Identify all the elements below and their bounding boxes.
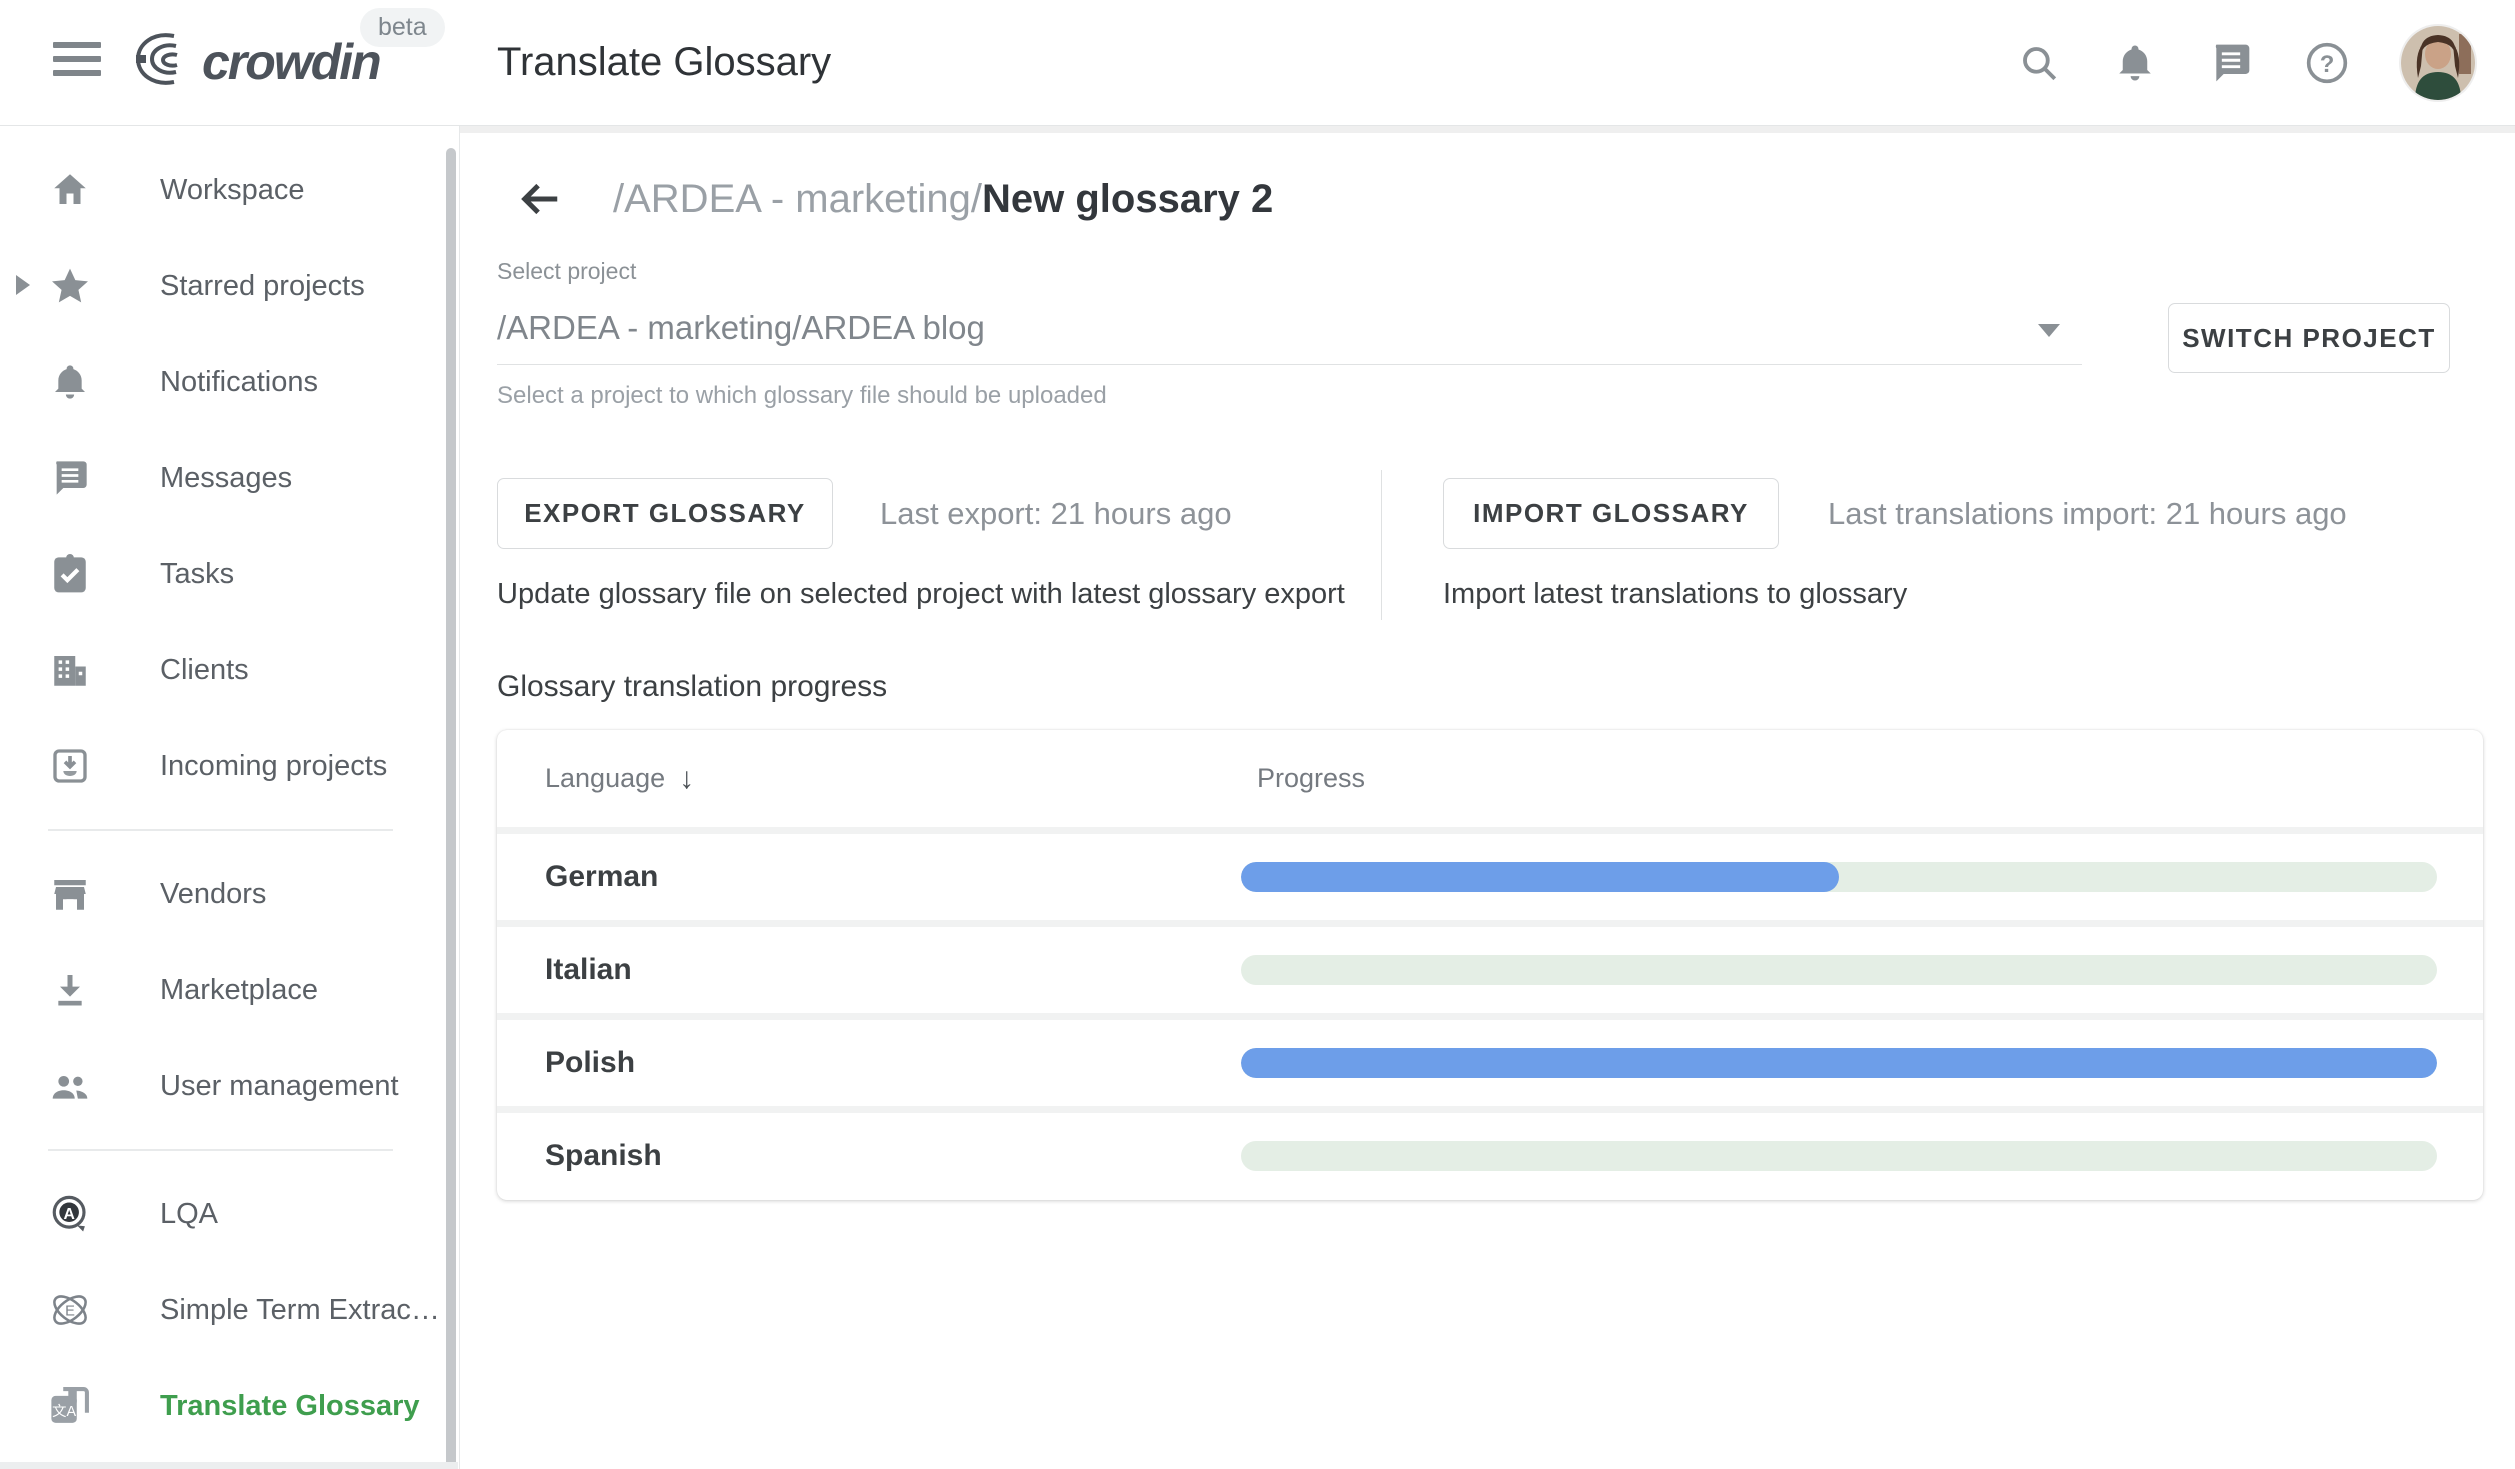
breadcrumb: /ARDEA - marketing/New glossary 2 (515, 174, 1273, 224)
crowdin-wordmark: crowdin (202, 33, 380, 91)
expand-caret-icon[interactable] (16, 275, 30, 295)
hamburger-menu-icon[interactable] (53, 42, 101, 82)
atom-icon: E (48, 1288, 92, 1332)
back-arrow-icon[interactable] (515, 174, 565, 224)
home-icon (48, 168, 92, 212)
last-export-text: Last export: 21 hours ago (880, 478, 1232, 549)
messages-chat-icon[interactable] (2209, 41, 2253, 85)
sidebar-divider (48, 829, 393, 831)
progress-bar-fill (1241, 1048, 2437, 1078)
table-row[interactable]: German (497, 827, 2483, 920)
select-project-helper: Select a project to which glossary file … (497, 382, 1107, 410)
building-icon (48, 648, 92, 692)
sidebar-item-simple-term-extractor[interactable]: E Simple Term Extrac… (0, 1262, 459, 1358)
translate-glossary-icon: 文A (48, 1384, 92, 1428)
export-description: Update glossary file on selected project… (497, 578, 1345, 611)
message-icon (48, 456, 92, 500)
breadcrumb-current: New glossary 2 (982, 177, 1273, 221)
sidebar-item-user-management[interactable]: User management (0, 1038, 459, 1134)
page-title: Translate Glossary (497, 0, 831, 125)
sidebar-item-clients[interactable]: Clients (0, 622, 459, 718)
language-label: German (545, 860, 658, 894)
inbox-arrow-icon (48, 744, 92, 788)
bell-icon (48, 360, 92, 404)
svg-text:A: A (63, 1206, 74, 1223)
progress-bar-track (1241, 862, 2437, 892)
progress-column-header: Progress (1257, 763, 1365, 794)
sidebar-item-incoming-projects[interactable]: Incoming projects (0, 718, 459, 814)
sidebar-item-vendors[interactable]: Vendors (0, 846, 459, 942)
import-glossary-button[interactable]: IMPORT GLOSSARY (1443, 478, 1779, 549)
beta-badge: beta (360, 8, 445, 47)
table-row[interactable]: Spanish (497, 1106, 2483, 1199)
app-window: crowdin beta Translate Glossary (0, 0, 2515, 1469)
crowdin-logo-icon (130, 28, 192, 95)
export-glossary-button[interactable]: EXPORT GLOSSARY (497, 478, 833, 549)
table-row[interactable]: Polish (497, 1013, 2483, 1106)
progress-table-card: Language ↓ Progress German Italian Polis… (497, 730, 2483, 1200)
main-content: /ARDEA - marketing/New glossary 2 Select… (460, 126, 2515, 1469)
notifications-bell-icon[interactable] (2113, 41, 2157, 85)
switch-project-button[interactable]: SWITCH PROJECT (2168, 303, 2450, 373)
table-body: German Italian Polish Spanish (497, 827, 2483, 1199)
language-label: Polish (545, 1046, 635, 1080)
sidebar-item-workspace[interactable]: Workspace (0, 142, 459, 238)
lqa-icon: A (48, 1192, 92, 1236)
top-bar: crowdin beta Translate Glossary (0, 0, 2515, 126)
search-icon[interactable] (2017, 41, 2061, 85)
star-icon (48, 264, 92, 308)
table-header-row: Language ↓ Progress (497, 730, 2483, 827)
sidebar-scrollbar[interactable] (446, 148, 456, 1469)
chevron-down-icon (2038, 324, 2060, 337)
select-project-label: Select project (497, 258, 636, 285)
sidebar-item-tasks[interactable]: Tasks (0, 526, 459, 622)
table-row[interactable]: Italian (497, 920, 2483, 1013)
sort-descending-icon: ↓ (679, 762, 694, 796)
user-avatar[interactable] (2401, 26, 2475, 100)
progress-bar-track (1241, 1048, 2437, 1078)
progress-section-title: Glossary translation progress (497, 670, 887, 704)
sidebar-item-messages[interactable]: Messages (0, 430, 459, 526)
people-icon (48, 1064, 92, 1108)
project-select-value: /ARDEA - marketing/ARDEA blog (497, 294, 2082, 362)
crowdin-logo[interactable]: crowdin (130, 28, 380, 95)
import-description: Import latest translations to glossary (1443, 578, 1907, 611)
svg-text:E: E (65, 1304, 75, 1320)
download-icon (48, 968, 92, 1012)
progress-bar-track (1241, 955, 2437, 985)
help-icon[interactable]: ? (2305, 41, 2349, 85)
breadcrumb-path[interactable]: /ARDEA - marketing/ (613, 177, 982, 221)
progress-bar-fill (1241, 862, 1839, 892)
sidebar-item-translate-glossary[interactable]: 文A Translate Glossary (0, 1358, 459, 1454)
sidebar-item-marketplace[interactable]: Marketplace (0, 942, 459, 1038)
sidebar: Workspace Starred projects Notifications (0, 126, 460, 1469)
sidebar-item-notifications[interactable]: Notifications (0, 334, 459, 430)
project-select[interactable]: /ARDEA - marketing/ARDEA blog (497, 294, 2082, 365)
clipboard-check-icon (48, 552, 92, 596)
last-import-text: Last translations import: 21 hours ago (1828, 478, 2347, 549)
sidebar-divider (48, 1149, 393, 1151)
language-column-header[interactable]: Language ↓ (545, 762, 694, 796)
progress-bar-track (1241, 1141, 2437, 1171)
language-label: Spanish (545, 1139, 662, 1173)
sidebar-item-starred-projects[interactable]: Starred projects (0, 238, 459, 334)
svg-text:?: ? (2320, 51, 2335, 78)
sidebar-item-lqa[interactable]: A LQA (0, 1166, 459, 1262)
storefront-icon (48, 872, 92, 916)
vertical-divider (1381, 470, 1382, 620)
language-label: Italian (545, 953, 632, 987)
svg-text:文A: 文A (52, 1403, 76, 1420)
